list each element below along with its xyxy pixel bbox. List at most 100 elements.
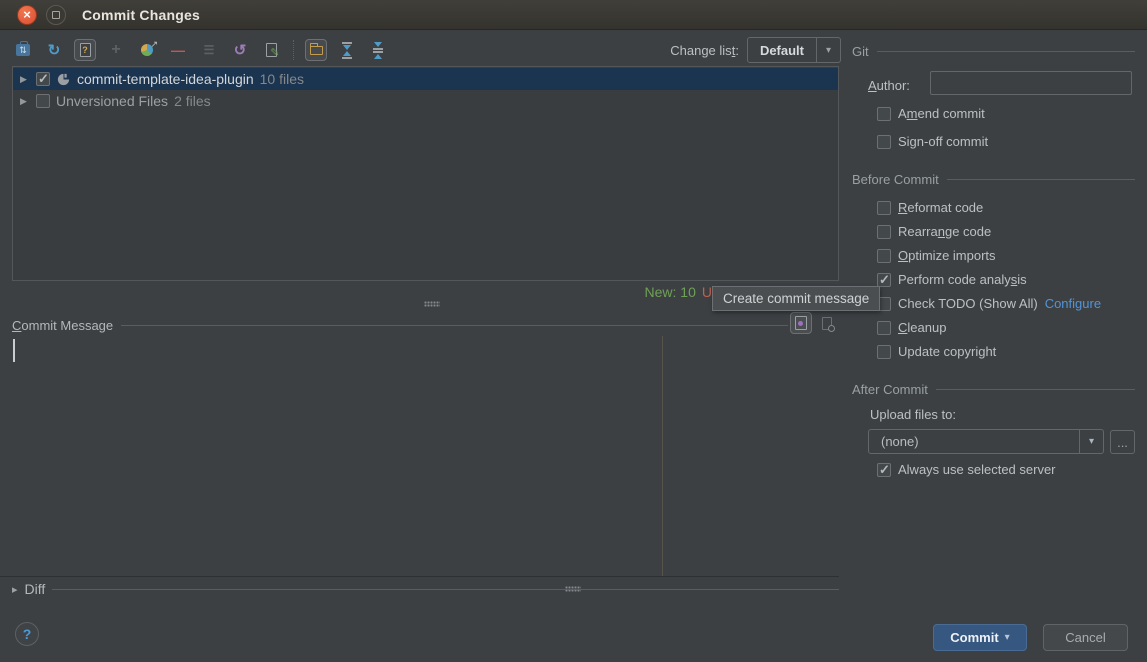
code-analysis-label[interactable]: Perform code analysis [898, 272, 1027, 287]
always-use-server-row: Always use selected server [877, 462, 1056, 478]
module-file-count: 10 files [259, 71, 304, 87]
module-name: commit-template-idea-plugin [77, 71, 254, 87]
new-changelist-button[interactable]: + [105, 39, 127, 61]
rearrange-code-checkbox[interactable] [877, 224, 891, 239]
signoff-commit-checkbox[interactable] [877, 134, 891, 149]
window-close-button[interactable]: × [17, 4, 37, 25]
edit-source-button[interactable]: ✎ [260, 39, 282, 61]
refresh-changes-button[interactable]: ↻ [43, 39, 65, 61]
toolbar: ⇅ ↻ ? + ↗ — ☰ ↺ ✎ [12, 37, 389, 63]
create-commit-message-button[interactable] [790, 312, 812, 334]
group-by-directory-button[interactable] [305, 39, 327, 61]
optimize-imports-label[interactable]: Optimize imports [898, 248, 996, 263]
rearrange-code-label[interactable]: Rearrange code [898, 224, 991, 239]
show-diff-button[interactable]: ⇅ [12, 39, 34, 61]
author-label: Author: [868, 78, 910, 93]
expand-arrow-icon[interactable]: ▶ [20, 96, 30, 107]
collapsed-arrow-icon[interactable]: ▸ [12, 583, 18, 596]
reformat-code-label[interactable]: Reformat code [898, 200, 983, 215]
update-copyright-checkbox[interactable] [877, 344, 891, 359]
always-use-server-checkbox[interactable] [877, 462, 891, 478]
toolbar-separator [293, 40, 294, 60]
upload-files-label: Upload files to: [870, 407, 956, 422]
always-use-server-label[interactable]: Always use selected server [898, 462, 1056, 477]
commit-message-label: Commit Message [12, 318, 114, 333]
after-commit-section-header: After Commit [852, 382, 1135, 397]
commit-message-history-button[interactable] [816, 312, 838, 334]
check-todo-row: Check TODO (Show All) Configure [877, 296, 1101, 311]
legend-unversioned-partial: U [701, 284, 712, 300]
set-active-changelist-icon: ☰ [203, 43, 215, 57]
code-analysis-row: Perform code analysis [877, 272, 1027, 288]
plugin-module-icon [57, 73, 70, 85]
commit-message-editor[interactable] [0, 336, 839, 576]
expand-all-button[interactable] [336, 39, 358, 61]
check-todo-label[interactable]: Check TODO (Show All) [898, 296, 1038, 311]
chevron-down-icon[interactable]: ▾ [816, 38, 840, 62]
plus-icon: + [111, 41, 121, 58]
cleanup-label[interactable]: Cleanup [898, 320, 946, 335]
horizontal-splitter-handle[interactable] [424, 301, 440, 307]
before-commit-section-header: Before Commit [852, 172, 1135, 187]
help-icon: ? [22, 626, 32, 642]
changelist-value: Default [759, 42, 804, 58]
header-rule [52, 588, 839, 590]
update-copyright-label[interactable]: Update copyright [898, 344, 996, 359]
unversioned-file-count: 2 files [174, 93, 211, 109]
files-legend: New: 10 U [0, 284, 712, 300]
commit-button[interactable]: Commit ▾ [933, 624, 1027, 651]
code-analysis-checkbox[interactable] [877, 272, 891, 288]
move-to-changelist-icon: ↗ [141, 39, 158, 56]
reformat-code-checkbox[interactable] [877, 200, 891, 215]
commit-message-header: Commit Message [12, 318, 788, 333]
commit-button-label: Commit [950, 630, 999, 645]
commit-changes-dialog: × Commit Changes ⇅ ↻ ? + ↗ — ☰ ↺ ✎ Chang… [0, 0, 1147, 662]
author-input[interactable] [930, 71, 1132, 95]
after-commit-header-label: After Commit [852, 382, 928, 397]
changelist-combo[interactable]: Default ▾ [746, 37, 841, 63]
browse-servers-button[interactable]: ... [1110, 430, 1135, 454]
rollback-button[interactable]: ↺ [229, 39, 251, 61]
unversioned-label: Unversioned Files [56, 93, 169, 109]
reformat-code-row: Reformat code [877, 200, 983, 215]
window-maximize-button[interactable] [46, 4, 66, 25]
chevron-down-icon[interactable]: ▾ [1079, 430, 1103, 453]
help-button[interactable]: ? [15, 622, 39, 646]
optimize-imports-checkbox[interactable] [877, 248, 891, 263]
set-active-changelist-button[interactable]: ☰ [198, 39, 220, 61]
expand-arrow-icon[interactable]: ▶ [20, 74, 30, 85]
amend-commit-checkbox[interactable] [877, 106, 891, 121]
move-to-changelist-button[interactable]: ↗ [136, 39, 158, 61]
header-rule [121, 325, 788, 326]
minus-icon: — [171, 42, 185, 58]
cleanup-checkbox[interactable] [877, 320, 891, 335]
close-icon: × [23, 7, 31, 22]
configure-link[interactable]: Configure [1045, 296, 1101, 311]
amend-commit-row: Amend commit [877, 106, 985, 121]
commit-menu-arrow-icon: ▾ [1004, 632, 1010, 643]
signoff-commit-row: Sign-off commit [877, 134, 988, 149]
collapse-all-button[interactable] [367, 39, 389, 61]
diff-section-header[interactable]: ▸ Diff [12, 581, 839, 597]
signoff-commit-label[interactable]: Sign-off commit [898, 134, 988, 149]
titlebar: × Commit Changes [0, 0, 1147, 30]
cancel-button-label: Cancel [1065, 630, 1106, 645]
message-history-icon [822, 316, 835, 332]
cancel-button[interactable]: Cancel [1043, 624, 1128, 651]
diff-label: Diff [24, 581, 46, 597]
show-unversioned-files-button[interactable]: ? [74, 39, 96, 61]
changes-tree: ▶ commit-template-idea-plugin 10 files ▶… [12, 66, 839, 281]
tooltip: Create commit message [712, 286, 881, 311]
module-checkbox[interactable] [36, 71, 50, 87]
edit-source-icon: ✎ [265, 43, 280, 59]
refresh-icon: ↻ [47, 42, 61, 59]
legend-new-count: New: 10 [644, 284, 696, 300]
upload-server-combo[interactable]: (none) ▾ [868, 429, 1104, 454]
remove-changelist-button[interactable]: — [167, 39, 189, 61]
upload-server-value: (none) [881, 434, 919, 449]
tree-row-module[interactable]: ▶ commit-template-idea-plugin 10 files [13, 68, 838, 90]
amend-commit-label[interactable]: Amend commit [898, 106, 985, 121]
tree-row-unversioned[interactable]: ▶ Unversioned Files 2 files [13, 90, 838, 112]
cleanup-row: Cleanup [877, 320, 946, 335]
unversioned-checkbox[interactable] [36, 94, 50, 108]
